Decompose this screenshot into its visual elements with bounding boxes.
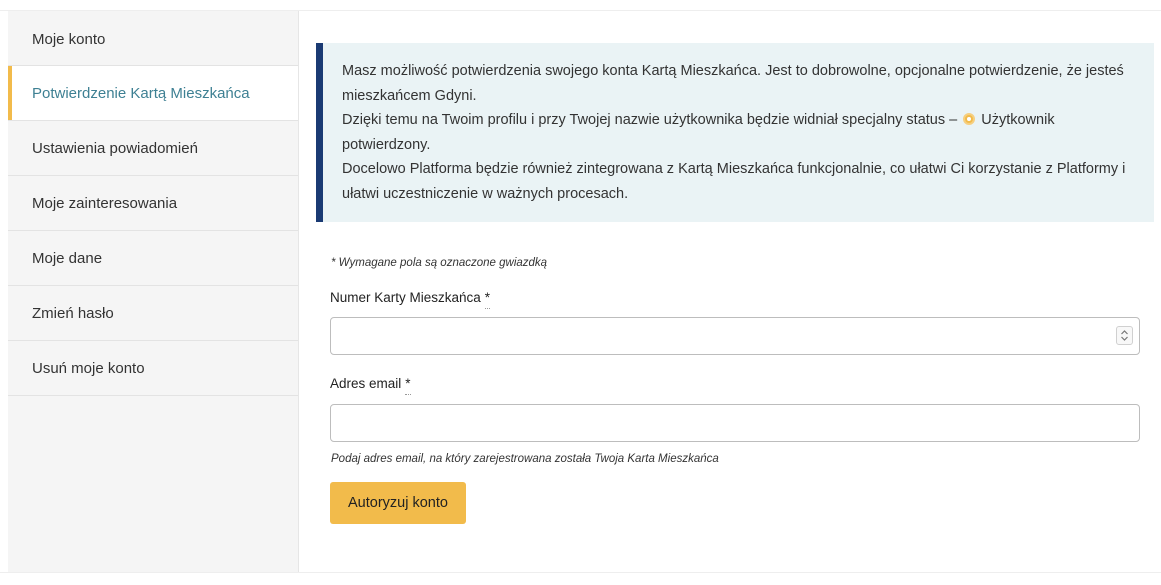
- required-asterisk: *: [484, 290, 491, 305]
- sidebar-item-label: Moje zainteresowania: [32, 194, 178, 212]
- info-text-line1: Masz możliwość potwierdzenia swojego kon…: [342, 63, 1124, 104]
- verified-badge-icon: [963, 113, 976, 125]
- info-text-line2-start: Dzięki temu na Twoim profilu i przy Twoj…: [342, 112, 958, 128]
- number-stepper[interactable]: [1116, 326, 1133, 345]
- authorize-account-button[interactable]: Autoryzuj konto: [330, 482, 466, 524]
- email-label: Adres email *: [330, 376, 411, 391]
- account-sidebar: Moje konto Potwierdzenie Kartą Mieszkańc…: [8, 11, 299, 572]
- info-callout: Masz możliwość potwierdzenia swojego kon…: [316, 43, 1154, 222]
- sidebar-item-label: Usuń moje konto: [32, 359, 145, 377]
- sidebar-item-label: Zmień hasło: [32, 304, 114, 322]
- sidebar-item-label: Ustawienia powiadomień: [32, 139, 198, 157]
- sidebar-item-label: Potwierdzenie Kartą Mieszkańca: [32, 84, 250, 102]
- sidebar-item-my-account[interactable]: Moje konto: [8, 11, 298, 66]
- email-input[interactable]: [330, 404, 1140, 442]
- sidebar-item-change-password[interactable]: Zmień hasło: [8, 286, 298, 341]
- card-number-label-text: Numer Karty Mieszkańca: [330, 290, 481, 305]
- sidebar-item-label: Moje dane: [32, 249, 103, 267]
- sidebar-item-delete-account[interactable]: Usuń moje konto: [8, 341, 298, 396]
- email-label-text: Adres email: [330, 376, 402, 391]
- card-number-field-wrap: [316, 317, 1156, 355]
- stepper-arrows-icon: [1121, 330, 1128, 341]
- info-text-line3: Docelowo Platforma będzie również zinteg…: [342, 161, 1126, 202]
- card-number-label: Numer Karty Mieszkańca *: [330, 290, 490, 305]
- required-fields-note: * Wymagane pola są oznaczone gwiazdką: [331, 257, 548, 269]
- sidebar-item-my-data[interactable]: Moje dane: [8, 231, 298, 286]
- sidebar-item-resident-card-confirmation[interactable]: Potwierdzenie Kartą Mieszkańca: [8, 66, 298, 121]
- sidebar-item-label: Moje konto: [32, 31, 106, 48]
- bottom-divider: [0, 572, 1161, 573]
- required-asterisk: *: [405, 376, 411, 391]
- sidebar-item-notification-settings[interactable]: Ustawienia powiadomień: [8, 121, 298, 176]
- email-help-text: Podaj adres email, na który zarejestrowa…: [331, 453, 719, 465]
- sidebar-item-my-interests[interactable]: Moje zainteresowania: [8, 176, 298, 231]
- card-number-input[interactable]: [330, 317, 1140, 355]
